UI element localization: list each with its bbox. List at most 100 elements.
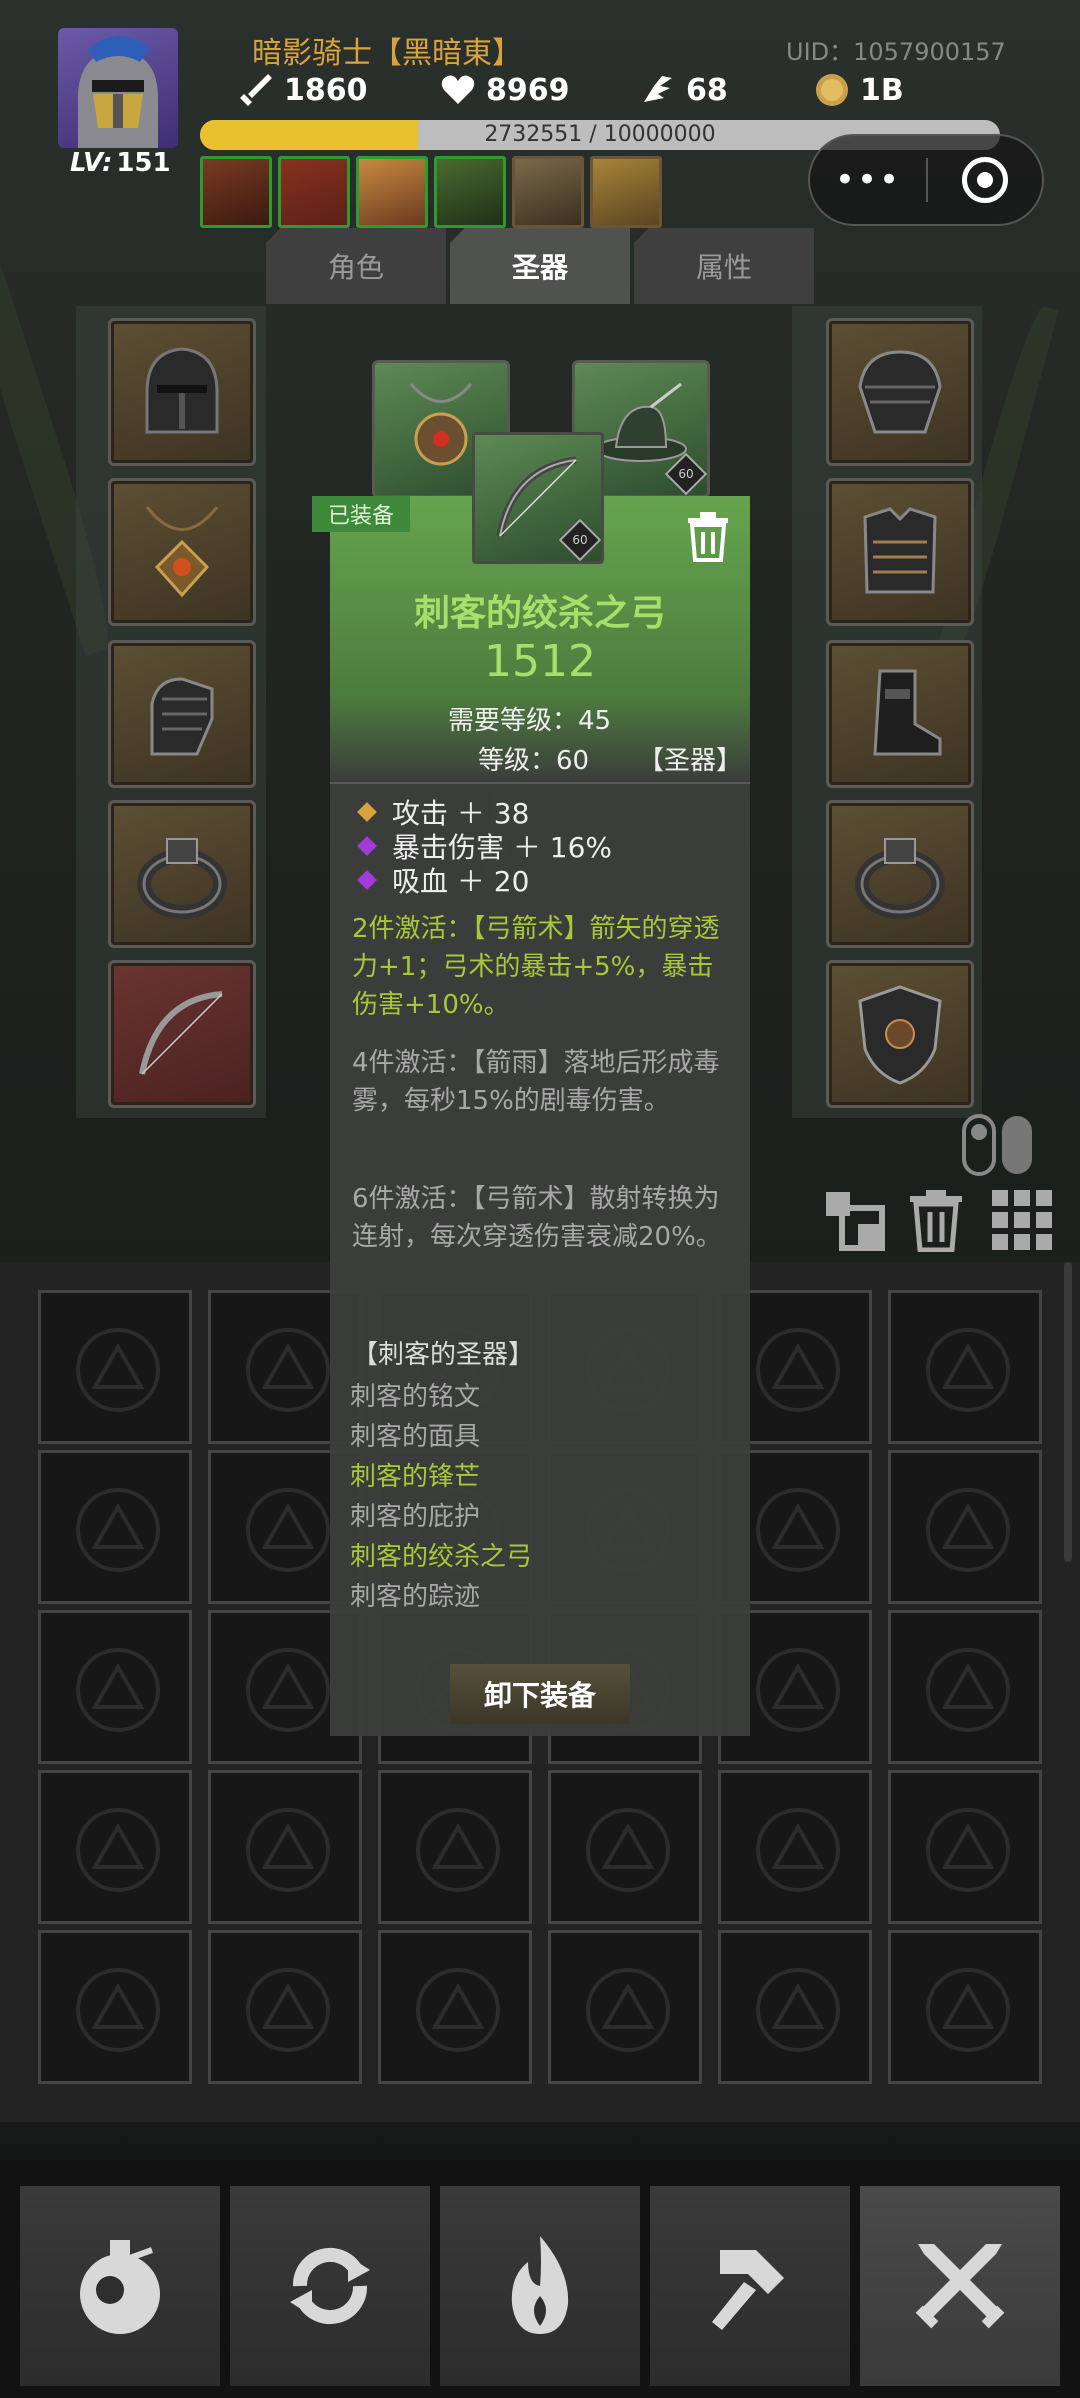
inventory-slot[interactable] [38, 1290, 192, 1444]
nav-potion-button[interactable] [20, 2186, 220, 2386]
inventory-slot[interactable] [38, 1930, 192, 2084]
amulet-slot[interactable] [108, 478, 256, 626]
grid-icon[interactable] [990, 1188, 1054, 1252]
player-avatar[interactable] [58, 28, 178, 148]
inventory-slot[interactable] [38, 1770, 192, 1924]
equipped-tag: 已装备 [312, 496, 410, 532]
buff-hands-icon[interactable] [356, 156, 428, 228]
set-bonus-2: 2件激活：【弓箭术】箭矢的穿透力+1；弓术的暴击+5%，暴击伤害+10%。 [352, 914, 720, 1020]
inventory-slot[interactable] [888, 1450, 1042, 1604]
gauntlet-slot[interactable] [108, 640, 256, 788]
empty-slot-icon [586, 1808, 670, 1892]
shoulder-armor-icon [858, 350, 942, 434]
set-item: 刺客的绞杀之弓 [350, 1542, 533, 1572]
sword-icon [240, 74, 272, 106]
unequip-button[interactable]: 卸下装备 [450, 1664, 630, 1724]
discard-item-icon[interactable] [684, 512, 732, 562]
boots-slot[interactable] [826, 640, 974, 788]
set-item: 刺客的锋芒 [350, 1462, 481, 1492]
mini-program-capsule: ••• [808, 134, 1044, 226]
tab-artifact[interactable]: 圣器 [450, 228, 630, 304]
gold-value: 1B [860, 72, 904, 108]
empty-slot-icon [756, 1648, 840, 1732]
empty-slot-icon [246, 1328, 330, 1412]
inventory-slot[interactable] [718, 1930, 872, 2084]
empty-slot-icon [246, 1648, 330, 1732]
empty-slot-icon [926, 1488, 1010, 1572]
buff-sword-icon[interactable] [200, 156, 272, 228]
ring-icon [855, 838, 945, 919]
inventory-slot[interactable] [208, 1770, 362, 1924]
set-bonus-6: 6件激活：【弓箭术】散射转换为连射，每次穿透伤害衰减20%。 [352, 1184, 722, 1252]
weapon-slot[interactable] [108, 960, 256, 1108]
empty-slot-icon [246, 1488, 330, 1572]
empty-slot-icon [926, 1328, 1010, 1412]
tooltip-item-icon: 60 [472, 432, 604, 564]
toggle-icon[interactable] [960, 1110, 1036, 1180]
empty-slot-icon [416, 1968, 500, 2052]
gauntlet-icon [150, 677, 214, 756]
tab-bar: 角色 圣器 属性 [266, 228, 814, 304]
buff-gold-coin-icon[interactable] [590, 156, 662, 228]
tab-attributes[interactable]: 属性 [634, 228, 814, 304]
empty-slot-icon [756, 1968, 840, 2052]
level-badge-text: 60 [572, 533, 588, 547]
crit-diamond-icon [357, 836, 377, 856]
set-title: 【刺客的圣器】 [352, 1340, 535, 1370]
inventory-slot[interactable] [378, 1770, 532, 1924]
buff-beast-icon[interactable] [278, 156, 350, 228]
lifesteal-diamond-icon [357, 870, 377, 890]
empty-slot-icon [756, 1488, 840, 1572]
tooltip-divider [330, 782, 750, 784]
knight-helmet-icon [78, 35, 158, 148]
gold-stat: 1B [814, 72, 904, 108]
coin-icon [816, 74, 848, 106]
inventory-slot[interactable] [38, 1610, 192, 1764]
inventory-slot[interactable] [888, 1290, 1042, 1444]
ring-slot-left[interactable] [108, 800, 256, 948]
nav-hammer-button[interactable] [650, 2186, 850, 2386]
level-value: 151 [116, 148, 171, 178]
inventory-scrollbar[interactable] [1064, 1262, 1072, 1562]
inventory-slot[interactable] [888, 1610, 1042, 1764]
inventory-slot[interactable] [718, 1770, 872, 1924]
attribute-text: 吸血 ＋ 20 [392, 865, 530, 898]
sort-icon[interactable] [822, 1188, 886, 1252]
inventory-slot[interactable] [548, 1930, 702, 2084]
nav-battle-button[interactable] [860, 2186, 1060, 2386]
buff-coin-icon[interactable] [512, 156, 584, 228]
heart-icon [441, 75, 475, 104]
inventory-slot[interactable] [888, 1770, 1042, 1924]
refresh-icon [290, 2247, 370, 2325]
item-name: 刺客的绞杀之弓 [413, 593, 666, 634]
trash-icon[interactable] [904, 1188, 968, 1252]
shoulder-slot[interactable] [826, 318, 974, 466]
tab-character[interactable]: 角色 [266, 228, 446, 304]
shield-slot[interactable] [826, 960, 974, 1108]
hp-stat: 8969 [440, 72, 570, 108]
boots-icon [873, 669, 942, 756]
user-id: UID：1057900157 [786, 38, 1006, 66]
inventory-slot[interactable] [38, 1450, 192, 1604]
inventory-slot[interactable] [548, 1770, 702, 1924]
ring-slot-right[interactable] [826, 800, 974, 948]
amulet-icon [145, 506, 219, 598]
potion-icon [80, 2240, 160, 2334]
target-icon [961, 157, 1008, 203]
nav-flame-button[interactable] [440, 2186, 640, 2386]
buff-swirl-icon[interactable] [434, 156, 506, 228]
set-bonus-4: 4件激活：【箭雨】落地后形成毒雾，每秒15%的剧毒伤害。 [352, 1048, 720, 1116]
more-menu-icon[interactable]: ••• [810, 160, 926, 200]
hammer-icon [712, 2250, 784, 2330]
nav-refresh-button[interactable] [230, 2186, 430, 2386]
inventory-slot[interactable] [888, 1930, 1042, 2084]
helmet-slot[interactable] [108, 318, 256, 466]
inventory-slot[interactable] [378, 1930, 532, 2084]
level-badge-text: 60 [678, 467, 694, 481]
attack-stat: 1860 [238, 72, 368, 108]
inventory-slot[interactable] [208, 1930, 362, 2084]
close-miniprogram-button[interactable] [928, 157, 1042, 203]
helmet-icon [145, 347, 219, 434]
empty-slot-icon [246, 1968, 330, 2052]
chest-slot[interactable] [826, 478, 974, 626]
